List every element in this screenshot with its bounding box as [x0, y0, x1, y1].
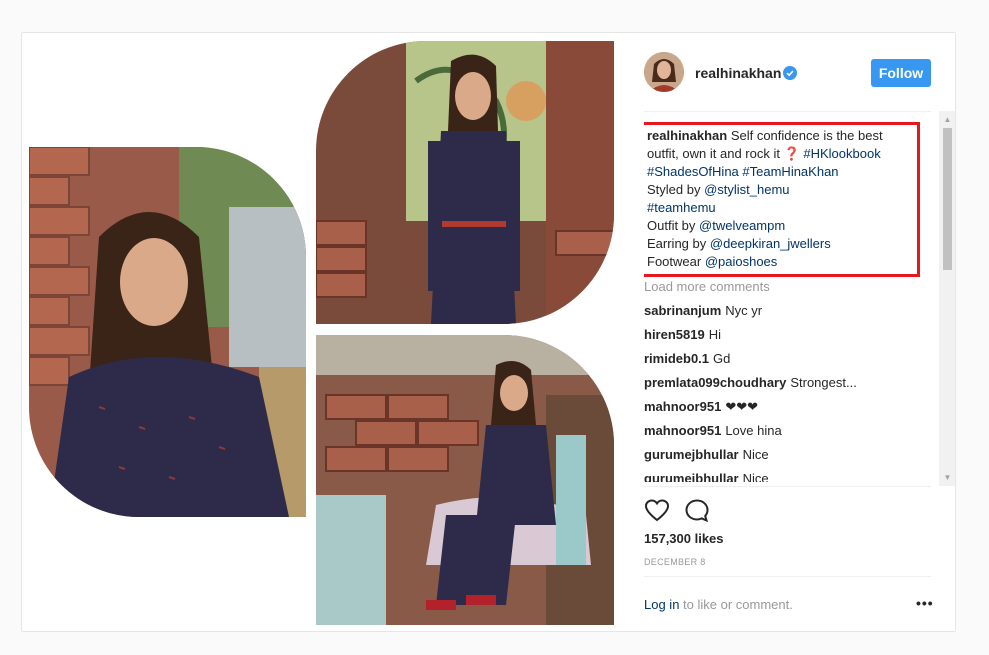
- caption-line: #ShadesOfHina #TeamHinaKhan: [647, 163, 917, 181]
- photo-woman-seated-closeup: [29, 147, 306, 517]
- comment-username[interactable]: rimideb0.1: [644, 351, 709, 366]
- caption-text: Self confidence is the best: [727, 128, 883, 143]
- mention-link[interactable]: @deepkiran_jwellers: [710, 236, 831, 251]
- login-link[interactable]: Log in: [644, 597, 679, 612]
- hashtag-link[interactable]: #HKlookbook: [803, 146, 880, 161]
- caption-text: Outfit by: [647, 218, 700, 233]
- hashtag-link[interactable]: #ShadesOfHina: [647, 164, 739, 179]
- more-options-icon[interactable]: •••: [916, 595, 934, 611]
- avatar[interactable]: [644, 52, 684, 92]
- comment-text: Strongest...: [790, 375, 857, 390]
- comment-item: premlata099choudhary Strongest...: [644, 375, 857, 390]
- caption-text: outfit, own it and rock it ❓: [647, 146, 804, 161]
- caption-line: #teamhemu: [647, 199, 917, 217]
- comment-username[interactable]: sabrinanjum: [644, 303, 721, 318]
- comment-text: Nice: [742, 471, 769, 482]
- comment-item: sabrinanjum Nyc yr: [644, 303, 762, 318]
- comments-list[interactable]: realhinakhan Self confidence is the best…: [644, 122, 933, 482]
- comment-text: Nice: [742, 447, 769, 462]
- caption-line: Outfit by @twelveampm: [647, 217, 917, 235]
- comment-text: Nyc yr: [725, 303, 763, 318]
- caption-line: realhinakhan Self confidence is the best: [647, 127, 917, 145]
- caption-line: Styled by @stylist_hemu: [647, 181, 917, 199]
- caption-username[interactable]: realhinakhan: [647, 128, 727, 143]
- photo-woman-on-bench: [316, 335, 614, 625]
- scroll-up-icon[interactable]: ▲: [939, 111, 955, 128]
- hashtag-link[interactable]: #TeamHinaKhan: [742, 164, 838, 179]
- post-header: realhinakhan Follow: [636, 33, 955, 111]
- photo-woman-standing: [316, 41, 614, 324]
- likes-count[interactable]: 157,300 likes: [644, 531, 724, 546]
- login-prompt: Log in to like or comment.: [644, 597, 793, 612]
- comment-item: mahnoor951 ❤❤❤: [644, 399, 758, 415]
- mention-link[interactable]: @twelveampm: [699, 218, 785, 233]
- footer-divider: [644, 576, 931, 577]
- post-media-collage[interactable]: [22, 33, 636, 631]
- heart-icon[interactable]: [644, 498, 670, 524]
- comment-text: Gd: [713, 351, 731, 366]
- comment-item: hiren5819 Hi: [644, 327, 721, 342]
- load-more-comments-link[interactable]: Load more comments: [644, 279, 770, 294]
- post-date: DECEMBER 8: [644, 557, 706, 567]
- caption-text: Earring by: [647, 236, 710, 251]
- comment-username[interactable]: hiren5819: [644, 327, 705, 342]
- comment-item: mahnoor951 Love hina: [644, 423, 782, 438]
- comment-text: Hi: [708, 327, 721, 342]
- instagram-post: realhinakhan Follow realhinakhan Self co…: [21, 32, 956, 632]
- comments-scrollbar[interactable]: ▲ ▼: [939, 111, 955, 486]
- caption-line: outfit, own it and rock it ❓ #HKlookbook: [647, 145, 917, 163]
- comment-username[interactable]: gurumejbhullar: [644, 471, 739, 482]
- comment-username[interactable]: premlata099choudhary: [644, 375, 786, 390]
- hashtag-link[interactable]: #teamhemu: [647, 200, 716, 215]
- comment-item: gurumejbhullar Nice: [644, 447, 769, 462]
- caption-line: Earring by @deepkiran_jwellers: [647, 235, 917, 253]
- caption-text: Footwear: [647, 254, 705, 269]
- comment-username[interactable]: mahnoor951: [644, 399, 721, 414]
- comment-icon[interactable]: [684, 498, 710, 524]
- follow-button[interactable]: Follow: [871, 59, 931, 87]
- comment-item: rimideb0.1 Gd: [644, 351, 730, 366]
- comment-username[interactable]: gurumejbhullar: [644, 447, 739, 462]
- caption-line: Footwear @paioshoes: [647, 253, 917, 271]
- caption-highlight-box: realhinakhan Self confidence is the best…: [644, 122, 920, 277]
- mention-link[interactable]: @stylist_hemu: [704, 182, 789, 197]
- comment-item: gurumejbhullar Nice: [644, 471, 769, 482]
- caption-text: Styled by: [647, 182, 705, 197]
- comment-text: ❤❤❤: [725, 399, 758, 414]
- post-username[interactable]: realhinakhan: [695, 65, 781, 81]
- comment-username[interactable]: mahnoor951: [644, 423, 721, 438]
- mention-link[interactable]: @paioshoes: [705, 254, 777, 269]
- actions-divider: [644, 486, 931, 487]
- scroll-thumb[interactable]: [943, 128, 952, 270]
- login-prompt-text: to like or comment.: [679, 597, 793, 612]
- header-divider: [644, 111, 931, 112]
- comment-text: Love hina: [725, 423, 782, 438]
- scroll-down-icon[interactable]: ▼: [939, 469, 955, 486]
- verified-badge-icon: [783, 66, 797, 80]
- post-side-panel: realhinakhan Follow realhinakhan Self co…: [636, 33, 955, 631]
